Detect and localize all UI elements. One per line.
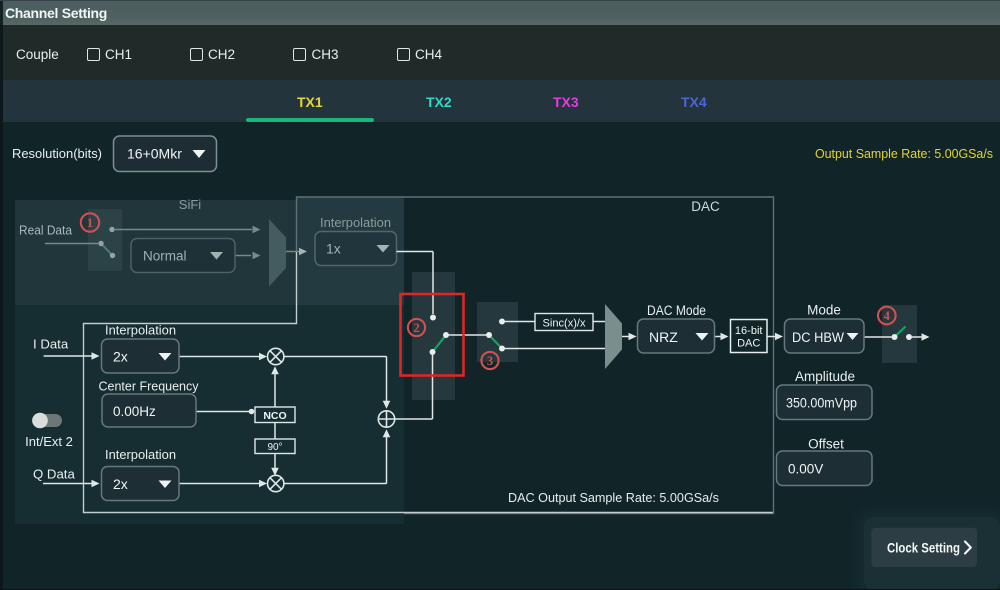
svg-text:2x: 2x	[113, 476, 128, 492]
svg-text:Offset: Offset	[808, 437, 844, 452]
svg-text:4: 4	[884, 309, 891, 323]
svg-text:1: 1	[87, 216, 93, 230]
svg-text:2: 2	[413, 321, 419, 335]
svg-text:16+0Mkr: 16+0Mkr	[127, 146, 182, 162]
svg-text:Sinc(x)/x: Sinc(x)/x	[543, 318, 587, 330]
svg-text:DAC Output Sample Rate: 5.00GS: DAC Output Sample Rate: 5.00GSa/s	[508, 490, 719, 505]
svg-text:DC HBW: DC HBW	[792, 330, 844, 345]
svg-text:Q Data: Q Data	[33, 467, 75, 482]
svg-text:I Data: I Data	[33, 337, 69, 352]
svg-text:0.00Hz: 0.00Hz	[113, 404, 156, 419]
svg-text:Output Sample Rate: 5.00GSa/s: Output Sample Rate: 5.00GSa/s	[815, 147, 993, 161]
svg-text:Normal: Normal	[143, 249, 187, 264]
svg-text:NRZ: NRZ	[649, 329, 678, 345]
svg-text:Center Frequency: Center Frequency	[99, 379, 199, 394]
svg-text:DAC: DAC	[691, 199, 720, 214]
svg-text:350.00mVpp: 350.00mVpp	[786, 396, 857, 411]
svg-text:Mode: Mode	[807, 303, 841, 318]
svg-text:0.00V: 0.00V	[788, 462, 823, 477]
svg-text:NCO: NCO	[263, 410, 286, 422]
svg-text:Real Data: Real Data	[19, 223, 73, 238]
svg-text:1x: 1x	[326, 241, 341, 257]
svg-text:SiFi: SiFi	[179, 197, 202, 212]
svg-text:3: 3	[487, 354, 493, 368]
svg-text:Interpolation: Interpolation	[105, 447, 176, 462]
svg-text:90°: 90°	[267, 442, 282, 453]
svg-text:2x: 2x	[113, 349, 128, 365]
svg-text:16-bit: 16-bit	[735, 325, 763, 337]
svg-text:DAC Mode: DAC Mode	[647, 303, 706, 318]
svg-text:Clock Setting: Clock Setting	[887, 541, 960, 556]
svg-text:Amplitude: Amplitude	[795, 369, 855, 384]
svg-text:Resolution(bits): Resolution(bits)	[12, 146, 102, 161]
svg-text:Interpolation: Interpolation	[105, 323, 176, 338]
svg-text:DAC: DAC	[737, 338, 760, 350]
svg-text:Interpolation: Interpolation	[320, 215, 391, 230]
svg-text:Int/Ext 2: Int/Ext 2	[25, 434, 73, 449]
